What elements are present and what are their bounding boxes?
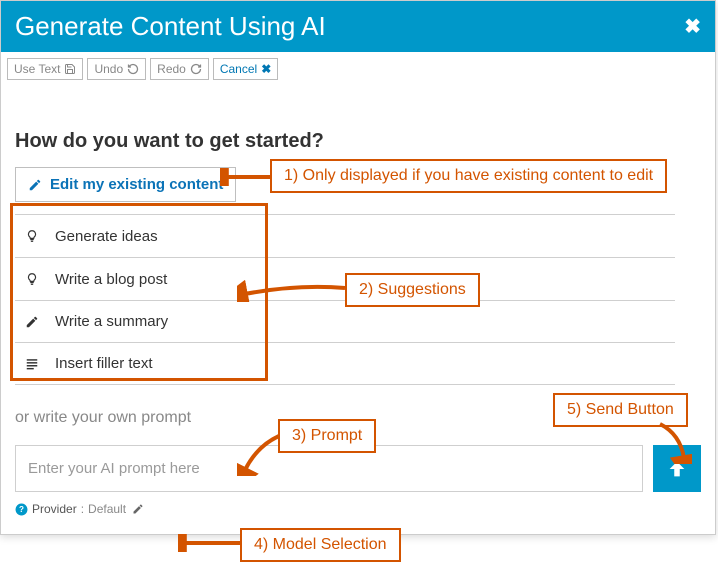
suggestion-list: Generate ideas Write a blog post Write a… [15,214,675,385]
arrow-icon [178,534,242,552]
provider-label: Provider [32,502,77,516]
ai-content-dialog: Generate Content Using AI ✖ Use Text Und… [0,0,716,535]
suggestion-insert-filler-text[interactable]: Insert filler text [15,343,675,385]
use-text-button[interactable]: Use Text [7,58,83,80]
provider-row: ? Provider: Default [15,502,701,516]
suggestion-write-summary[interactable]: Write a summary [15,301,675,343]
suggestion-generate-ideas[interactable]: Generate ideas [15,214,675,258]
prompt-row [15,445,701,492]
lines-icon [23,357,41,371]
close-icon[interactable]: ✖ [684,14,701,39]
redo-button[interactable]: Redo [150,58,209,80]
start-question: How do you want to get started? [15,130,701,153]
send-button[interactable] [653,445,701,492]
suggestion-label: Write a summary [55,313,168,330]
undo-label: Undo [94,62,123,76]
suggestion-write-blog-post[interactable]: Write a blog post [15,258,675,301]
suggestion-label: Insert filler text [55,355,153,372]
provider-value: Default [88,502,126,516]
redo-icon [190,63,202,75]
toolbar: Use Text Undo Redo Cancel ✖ [1,52,715,86]
cancel-label: Cancel [220,62,257,76]
pencil-icon [23,315,41,329]
dialog-titlebar: Generate Content Using AI ✖ [1,1,715,52]
undo-button[interactable]: Undo [87,58,146,80]
svg-text:?: ? [19,505,24,514]
close-icon: ✖ [261,62,271,76]
help-icon[interactable]: ? [15,503,28,516]
suggestion-label: Generate ideas [55,228,158,245]
lightbulb-icon [23,270,41,288]
edit-existing-content-label: Edit my existing content [50,176,223,193]
pencil-icon[interactable] [132,503,144,515]
cancel-button[interactable]: Cancel ✖ [213,58,278,80]
or-write-own-prompt: or write your own prompt [15,409,701,427]
redo-label: Redo [157,62,186,76]
dialog-title: Generate Content Using AI [15,11,326,42]
arrow-up-icon [666,458,688,480]
undo-icon [127,63,139,75]
edit-existing-content-button[interactable]: Edit my existing content [15,167,236,202]
save-icon [64,63,76,75]
lightbulb-icon [23,227,41,245]
pencil-icon [28,178,42,192]
use-text-label: Use Text [14,62,60,76]
suggestion-label: Write a blog post [55,271,167,288]
dialog-body: How do you want to get started? Edit my … [1,86,715,534]
prompt-input[interactable] [15,445,643,492]
